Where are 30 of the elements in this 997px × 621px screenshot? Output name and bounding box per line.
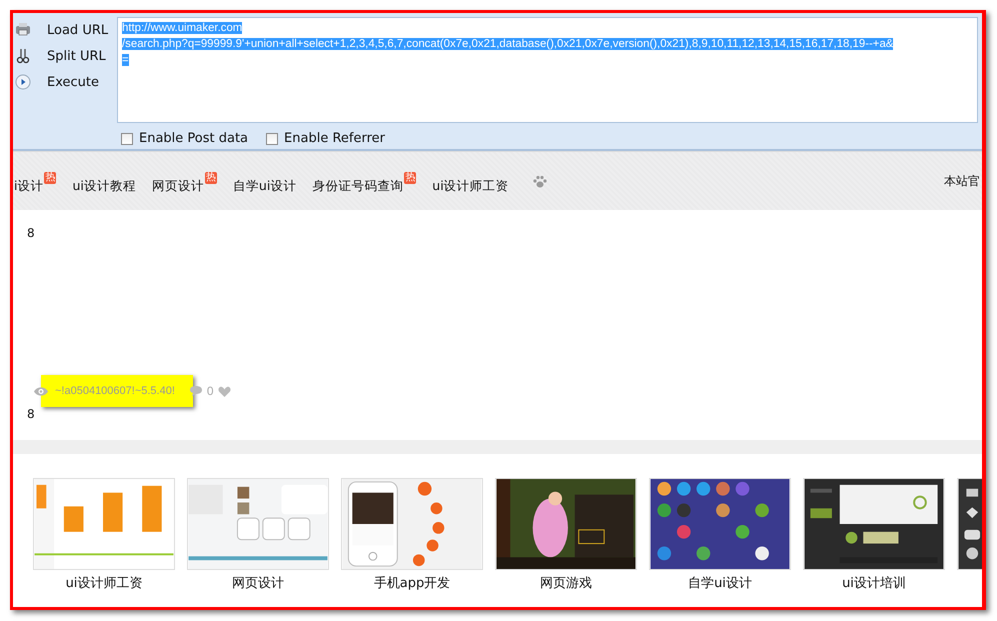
value-text: 8: [27, 226, 35, 240]
thumbnail-link[interactable]: ui设计培训: [842, 574, 906, 592]
paw-icon: [532, 174, 547, 188]
hot-badge: 热: [404, 172, 416, 184]
checkbox[interactable]: [121, 132, 133, 144]
hot-badge: 热: [204, 172, 217, 184]
value-text: 8: [27, 407, 35, 421]
execute-button[interactable]: Execute: [15, 71, 117, 93]
thumbnail-link[interactable]: 自学ui设计: [688, 574, 752, 592]
heart-icon: [218, 386, 231, 396]
hot-badge: 热: [44, 172, 56, 184]
checkbox[interactable]: [266, 132, 278, 144]
comment-count: 0: [206, 384, 214, 398]
nav-link[interactable]: 自学ui设计: [232, 168, 296, 194]
nav-link[interactable]: ui设计师工资: [432, 168, 509, 194]
tooltip: ~!a0504100607!~5.5.40!: [41, 375, 193, 407]
nav-text: 本站官: [944, 172, 980, 190]
thumbnail-link[interactable]: 网页设计: [232, 574, 284, 592]
comment-icon: [188, 385, 203, 397]
load-button[interactable]: Load URL: [15, 19, 117, 41]
option-checkbox[interactable]: Enable Post data: [121, 131, 248, 146]
thumbnail-link[interactable]: ui设计师工资: [66, 574, 142, 592]
thumbnail-link[interactable]: 网页游戏: [540, 574, 592, 592]
option-checkbox[interactable]: Enable Referrer: [266, 131, 385, 146]
printer-icon: [15, 22, 31, 38]
scissors-icon: [15, 48, 31, 64]
thumbnail-link[interactable]: 手机app开发: [374, 574, 450, 592]
play-icon: [15, 74, 31, 90]
split-button[interactable]: Split URL: [15, 45, 117, 67]
nav-link[interactable]: ui设计教程: [72, 168, 136, 194]
